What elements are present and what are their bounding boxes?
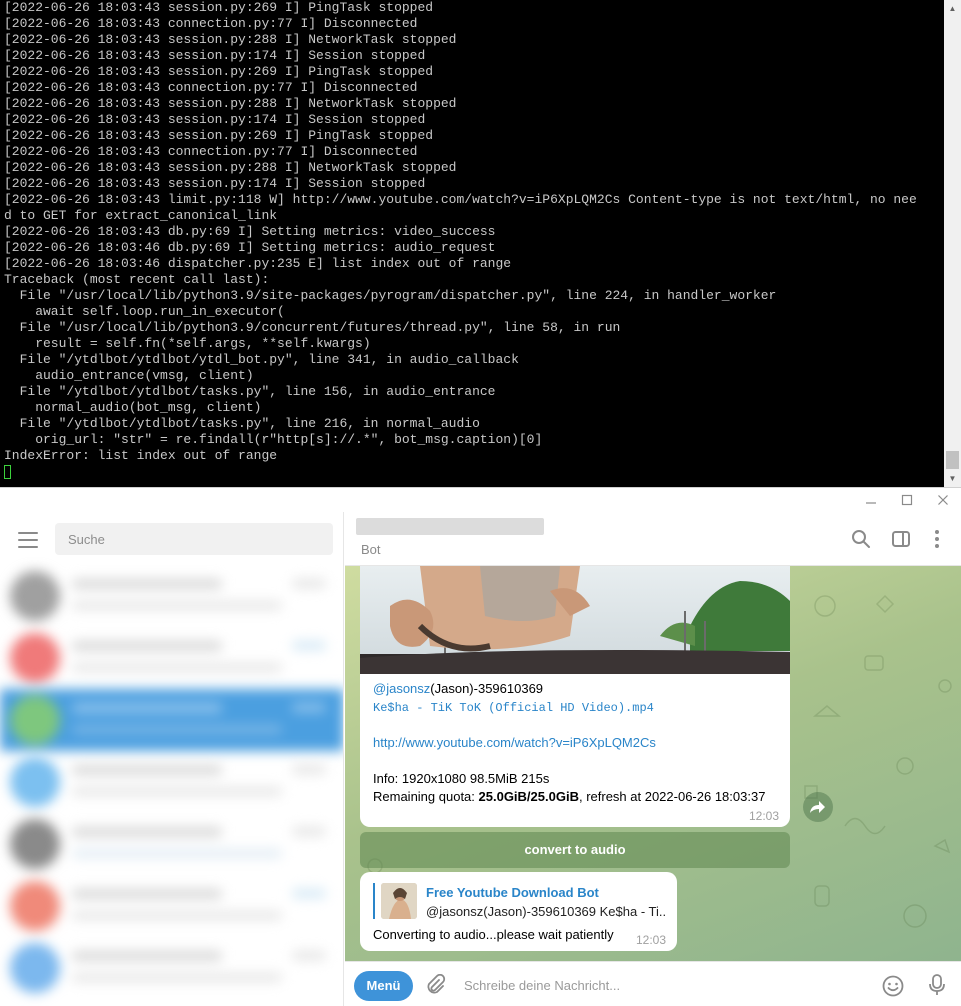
terminal-line: File "/ytdlbot/ytdlbot/tasks.py", line 2…	[4, 416, 480, 431]
terminal-line: d to GET for extract_canonical_link	[4, 208, 278, 223]
terminal-line: Traceback (most recent call last):	[4, 272, 270, 287]
list-item[interactable]	[0, 751, 343, 813]
list-item[interactable]	[0, 937, 343, 999]
reply-thumbnail[interactable]	[381, 883, 417, 919]
terminal-line: File "/usr/local/lib/python3.9/site-pack…	[4, 288, 777, 303]
terminal-line: await self.loop.run_in_executor(	[4, 304, 285, 319]
message-timestamp: 12:03	[635, 933, 666, 947]
scroll-down-icon[interactable]: ▼	[944, 470, 961, 487]
window-controls	[853, 488, 961, 512]
sender-mention-link[interactable]: @jasonsz	[373, 681, 430, 696]
reply-title: Free Youtube Download Bot	[426, 885, 599, 900]
terminal-line: File "/ytdlbot/ytdlbot/tasks.py", line 1…	[4, 384, 496, 399]
terminal-line: orig_url: "str" = re.findall(r"http[s]:/…	[4, 432, 543, 447]
terminal-line: [2022-06-26 18:03:43 session.py:288 I] N…	[4, 96, 457, 111]
bot-menu-button[interactable]: Menü	[354, 971, 413, 1001]
quota-value: 25.0GiB/25.0GiB	[478, 789, 579, 804]
video-url-link[interactable]: http://www.youtube.com/watch?v=iP6XpLQM2…	[373, 735, 656, 750]
terminal-line: [2022-06-26 18:03:43 session.py:288 I] N…	[4, 160, 457, 175]
video-message-text: @jasonsz(Jason)-359610369 Ke$ha - TiK To…	[373, 680, 783, 806]
search-box[interactable]	[55, 523, 333, 555]
terminal-line: [2022-06-26 18:03:43 session.py:269 I] P…	[4, 64, 434, 79]
close-icon[interactable]	[925, 488, 961, 512]
sender-suffix: (Jason)-359610369	[430, 681, 544, 696]
list-item[interactable]	[0, 813, 343, 875]
paperclip-icon[interactable]	[424, 974, 446, 996]
terminal-line: [2022-06-26 18:03:43 connection.py:77 I]…	[4, 80, 418, 95]
reply-message-text: Converting to audio...please wait patien…	[373, 927, 614, 942]
terminal-line: [2022-06-26 18:03:43 session.py:269 I] P…	[4, 128, 434, 143]
terminal-scrollbar[interactable]: ▲ ▼	[944, 0, 961, 487]
maximize-icon[interactable]	[889, 488, 925, 512]
chat-status: Bot	[361, 542, 381, 557]
terminal-line: [2022-06-26 18:03:43 session.py:174 I] S…	[4, 112, 426, 127]
terminal-line: [2022-06-26 18:03:43 connection.py:77 I]…	[4, 144, 418, 159]
microphone-icon[interactable]	[927, 973, 947, 997]
terminal-line: [2022-06-26 18:03:43 connection.py:77 I]…	[4, 16, 418, 31]
reply-message-bubble[interactable]: Free Youtube Download Bot @jasonsz(Jason…	[360, 872, 677, 951]
terminal-line: [2022-06-26 18:03:46 db.py:69 I] Setting…	[4, 240, 496, 255]
chat-messages-area[interactable]: @jasonsz(Jason)-359610369 Ke$ha - TiK To…	[345, 566, 961, 961]
quota-suffix: , refresh at 2022-06-26 18:03:37	[578, 789, 766, 804]
chat-name-redacted[interactable]	[356, 518, 544, 535]
search-icon[interactable]	[850, 528, 872, 550]
list-item[interactable]	[0, 627, 343, 689]
terminal-window[interactable]: [2022-06-26 18:03:43 session.py:269 I] P…	[0, 0, 961, 487]
forward-icon	[810, 801, 825, 813]
quota-prefix: Remaining quota:	[373, 789, 479, 804]
video-filename: Ke$ha - TiK ToK (Official HD Video).mp4	[373, 701, 654, 715]
list-item[interactable]	[0, 875, 343, 937]
terminal-line: [2022-06-26 18:03:43 session.py:288 I] N…	[4, 32, 457, 47]
video-info: Info: 1920x1080 98.5MiB 215s	[373, 771, 550, 786]
hamburger-menu-icon[interactable]	[18, 532, 38, 548]
terminal-line: [2022-06-26 18:03:43 limit.py:118 W] htt…	[4, 192, 917, 207]
terminal-output: [2022-06-26 18:03:43 session.py:269 I] P…	[4, 0, 939, 480]
scrollbar-thumb[interactable]	[946, 451, 959, 469]
terminal-line: [2022-06-26 18:03:43 db.py:69 I] Setting…	[4, 224, 496, 239]
chat-header: Bot	[345, 512, 961, 566]
message-input-bar: Menü	[345, 961, 961, 1006]
video-thumbnail[interactable]	[360, 566, 790, 674]
sidebar-toggle-icon[interactable]	[890, 528, 912, 550]
more-options-icon[interactable]	[926, 528, 948, 550]
chat-sidebar	[0, 512, 344, 1006]
scroll-up-icon[interactable]: ▲	[944, 0, 961, 17]
chat-list	[0, 565, 343, 999]
terminal-line: [2022-06-26 18:03:43 session.py:174 I] S…	[4, 48, 426, 63]
telegram-window: Bot	[0, 487, 961, 1006]
message-timestamp: 12:03	[748, 809, 779, 823]
terminal-line: [2022-06-26 18:03:43 session.py:269 I] P…	[4, 0, 434, 15]
terminal-line: audio_entrance(vmsg, client)	[4, 368, 254, 383]
terminal-line: result = self.fn(*self.args, **self.kwar…	[4, 336, 371, 351]
emoji-icon[interactable]	[881, 974, 905, 998]
message-input[interactable]	[457, 970, 857, 1000]
terminal-line: File "/usr/local/lib/python3.9/concurren…	[4, 320, 621, 335]
forward-button[interactable]	[803, 792, 833, 822]
list-item[interactable]	[0, 565, 343, 627]
convert-to-audio-button[interactable]: convert to audio	[360, 832, 790, 868]
search-input[interactable]	[55, 523, 333, 555]
terminal-cursor	[4, 464, 11, 479]
list-item[interactable]	[0, 689, 343, 751]
terminal-line: IndexError: list index out of range	[4, 448, 278, 463]
reply-preview: @jasonsz(Jason)-359610369 Ke$ha - Ti...	[426, 904, 666, 919]
terminal-line: normal_audio(bot_msg, client)	[4, 400, 262, 415]
video-message-bubble[interactable]: @jasonsz(Jason)-359610369 Ke$ha - TiK To…	[360, 566, 790, 827]
terminal-line: [2022-06-26 18:03:43 session.py:174 I] S…	[4, 176, 426, 191]
reply-indicator-bar	[373, 883, 375, 919]
minimize-icon[interactable]	[853, 488, 889, 512]
terminal-line: [2022-06-26 18:03:46 dispatcher.py:235 E…	[4, 256, 512, 271]
terminal-prompt[interactable]	[4, 464, 939, 480]
terminal-line: File "/ytdlbot/ytdlbot/ytdl_bot.py", lin…	[4, 352, 519, 367]
